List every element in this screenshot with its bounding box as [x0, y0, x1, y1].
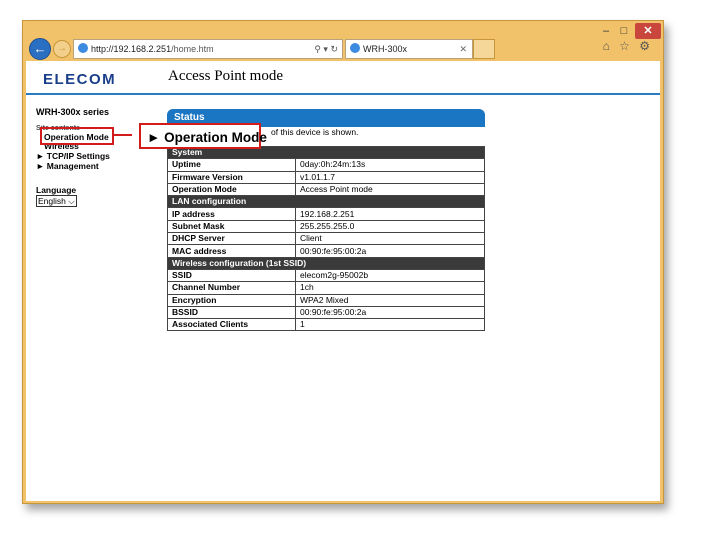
row-value: Access Point mode	[295, 182, 485, 197]
status-table: System Uptime 0day:0h:24m:13s Firmware Vers…	[167, 145, 485, 332]
row-value: Client	[295, 232, 485, 246]
table-row: Associated Clients 1	[167, 318, 485, 332]
table-row: IP address 192.168.2.251	[167, 207, 485, 221]
row-value: elecom2g-95002b	[295, 268, 485, 283]
row-key: Operation Mode	[167, 182, 296, 197]
new-tab-button[interactable]	[473, 39, 495, 59]
sidebar-item-tcpip-settings[interactable]: ► TCP/IP Settings	[36, 151, 156, 161]
table-row: MAC address 00:90:fe:95:00:2a	[167, 244, 485, 258]
ie-page-icon	[78, 43, 88, 53]
row-key: IP address	[167, 207, 296, 221]
row-value: 00:90:fe:95:00:2a	[295, 305, 485, 320]
language-label: Language	[36, 185, 77, 195]
home-favorites-settings-icons[interactable]: ⌂ ☆ ⚙	[603, 39, 653, 53]
sidebar-item-management[interactable]: ► Management	[36, 161, 156, 171]
section-header-row: LAN configuration	[167, 195, 485, 209]
row-value: 0day:0h:24m:13s	[295, 158, 485, 172]
highlight-connector	[112, 134, 132, 136]
browser-window: – □ ✕ ← → http://192.168.2.251/home.htm …	[22, 20, 664, 504]
browser-tab[interactable]: WRH-300x ✕	[345, 39, 473, 59]
row-value: 192.168.2.251	[295, 207, 485, 221]
highlight-box-small	[40, 127, 114, 145]
row-value: 1	[295, 318, 485, 332]
row-value: WPA2 Mixed	[295, 293, 485, 307]
row-key: Encryption	[167, 293, 296, 307]
tab-close-icon[interactable]: ✕	[459, 40, 467, 58]
section-header-row: Wireless configuration (1st SSID)	[167, 256, 485, 270]
row-value: 00:90:fe:95:00:2a	[295, 244, 485, 258]
section-header: LAN configuration	[167, 195, 485, 209]
chevron-down-icon: ⌵	[68, 196, 75, 206]
maximize-button[interactable]: □	[617, 23, 631, 39]
page-title: Access Point mode	[168, 68, 283, 84]
arrow-left-icon: ←	[33, 41, 47, 56]
row-key: Subnet Mask	[167, 219, 296, 234]
table-row: Subnet Mask 255.255.255.0	[167, 219, 485, 234]
ie-tab-icon	[350, 43, 360, 53]
table-row: Channel Number 1ch	[167, 281, 485, 295]
row-key: Associated Clients	[167, 318, 296, 332]
arrow-right-icon: →	[57, 43, 67, 54]
sidebar: WRH-300x series Site contents Operation …	[36, 107, 156, 207]
operation-mode-callout: ► Operation Mode	[139, 123, 267, 149]
language-select[interactable]: English ⌵	[36, 195, 77, 207]
row-key: MAC address	[167, 244, 296, 258]
row-key: Firmware Version	[167, 170, 296, 184]
address-tools-icons[interactable]: ⚲ ▾ ↻	[314, 40, 338, 58]
series-title: WRH-300x series	[36, 107, 110, 117]
forward-button[interactable]: →	[53, 40, 71, 58]
address-host: http://192.168.2.251	[91, 44, 172, 54]
row-key: Channel Number	[167, 281, 296, 295]
section-header: Wireless configuration (1st SSID)	[167, 256, 485, 270]
row-value: 255.255.255.0	[295, 219, 485, 234]
row-key: DHCP Server	[167, 232, 296, 246]
address-path: /home.htm	[171, 44, 214, 54]
row-value: 1ch	[295, 281, 485, 295]
table-row: BSSID 00:90:fe:95:00:2a	[167, 305, 485, 320]
back-button[interactable]: ←	[29, 38, 51, 60]
language-value: English	[38, 196, 66, 206]
elecom-logo: ELECOM	[43, 71, 117, 88]
row-key: SSID	[167, 268, 296, 283]
table-row: DHCP Server Client	[167, 232, 485, 246]
row-key: BSSID	[167, 305, 296, 320]
close-button[interactable]: ✕	[635, 23, 661, 39]
status-description: of this device is shown.	[271, 127, 359, 137]
navigation-bar: ← → http://192.168.2.251/home.htm ⚲ ▾ ↻ …	[27, 38, 659, 60]
minimize-button[interactable]: –	[599, 23, 613, 39]
tab-title: WRH-300x	[363, 44, 408, 54]
table-row: SSID elecom2g-95002b	[167, 268, 485, 283]
table-row: Firmware Version v1.01.1.7	[167, 170, 485, 184]
table-row: Encryption WPA2 Mixed	[167, 293, 485, 307]
row-key: Uptime	[167, 158, 296, 172]
address-bar[interactable]: http://192.168.2.251/home.htm ⚲ ▾ ↻	[73, 39, 343, 59]
header-divider	[26, 93, 660, 95]
table-row: Uptime 0day:0h:24m:13s	[167, 158, 485, 172]
page-content: ELECOM Access Point mode WRH-300x series…	[26, 61, 660, 501]
row-value: v1.01.1.7	[295, 170, 485, 184]
table-row: Operation Mode Access Point mode	[167, 182, 485, 197]
